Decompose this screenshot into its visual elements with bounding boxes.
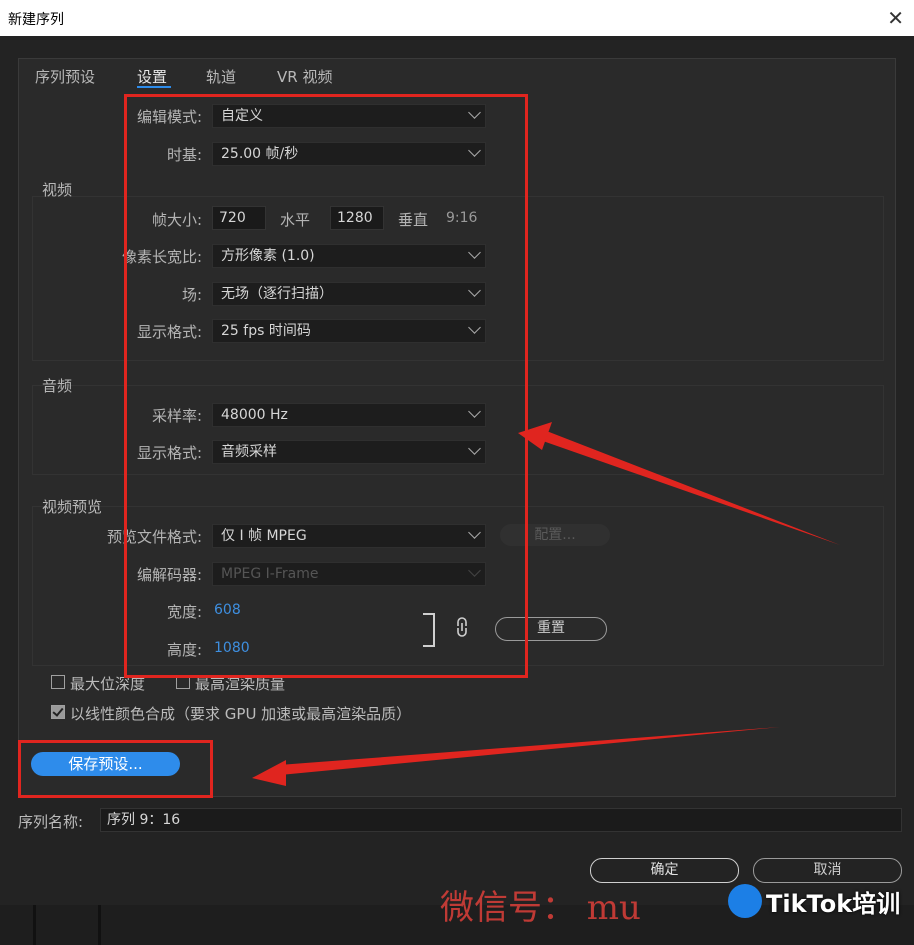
annotation-arrow-head (252, 760, 286, 786)
annotation-arrows (252, 422, 840, 786)
watermark-text: 微信号： mu (440, 888, 641, 928)
annotation-arrow-head (518, 422, 552, 450)
annotation-arrow-shaft (279, 727, 780, 775)
annotation-arrow-shaft (540, 430, 840, 545)
tiktok-logo: TikTok培训 (728, 880, 908, 920)
logo-text: TikTok培训 (766, 890, 901, 918)
logo-circle (728, 884, 762, 918)
